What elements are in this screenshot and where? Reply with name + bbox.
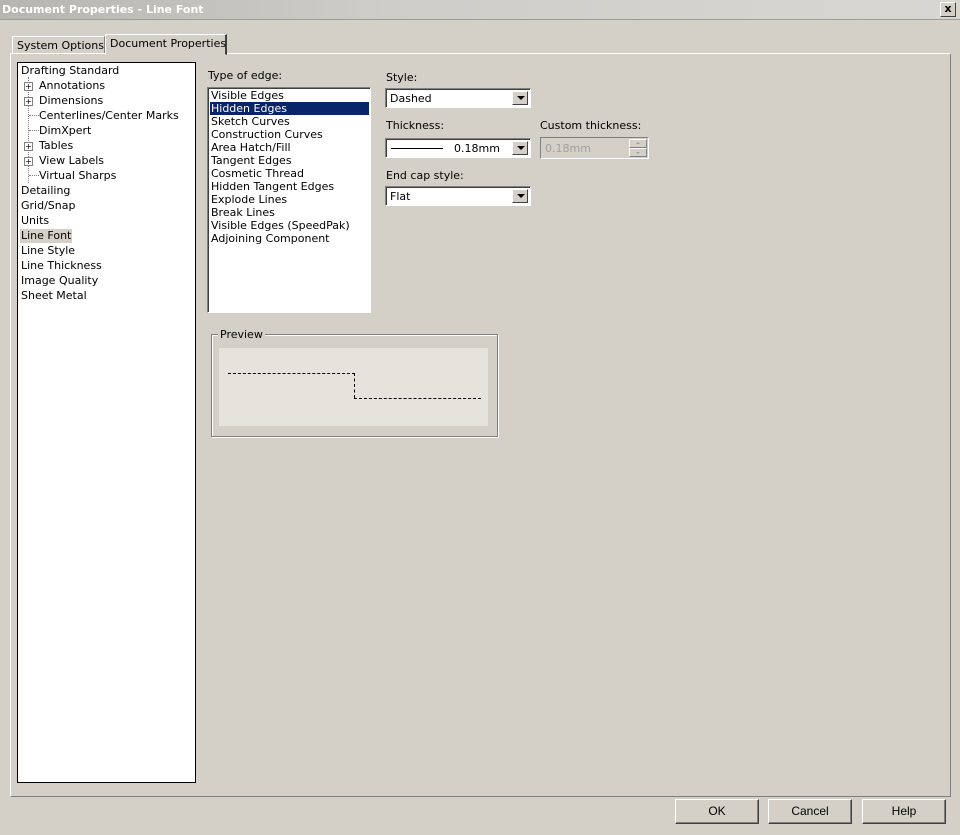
- tree-item-sheet-metal[interactable]: Sheet Metal: [21, 289, 87, 303]
- tree-item-label: Annotations: [39, 79, 106, 92]
- tree-item-centerlines[interactable]: Centerlines/Center Marks: [39, 109, 179, 123]
- plus-box-icon[interactable]: +: [24, 82, 33, 91]
- list-item[interactable]: Visible Edges: [210, 89, 285, 102]
- tree-item-detailing[interactable]: Detailing: [21, 184, 70, 198]
- list-item[interactable]: Tangent Edges: [210, 154, 293, 167]
- plus-box-icon[interactable]: +: [24, 142, 33, 151]
- tree-item-label: Virtual Sharps: [39, 169, 117, 182]
- tree-connector: [29, 115, 39, 116]
- tab-document-properties[interactable]: Document Properties: [105, 34, 227, 55]
- tree-item-label: Grid/Snap: [21, 199, 76, 212]
- spinner-up-button: [629, 139, 647, 148]
- tree-item-label: Image Quality: [21, 274, 99, 287]
- options-tree[interactable]: Drafting Standard + Annotations + Dimens…: [17, 62, 196, 783]
- tab-label: Document Properties: [110, 37, 227, 50]
- edge-type-label: Type of edge:: [208, 69, 283, 82]
- close-button[interactable]: x: [940, 2, 956, 17]
- list-item[interactable]: Break Lines: [210, 206, 276, 219]
- tree-item-label: DimXpert: [39, 124, 92, 137]
- style-value: Dashed: [390, 92, 432, 105]
- tree-item-annotations[interactable]: + Annotations: [24, 79, 105, 93]
- chevron-down-icon: [517, 146, 525, 150]
- custom-thickness-label: Custom thickness:: [540, 119, 642, 132]
- edge-type-listbox[interactable]: Visible Edges Hidden Edges Sketch Curves…: [207, 87, 371, 313]
- list-item[interactable]: Hidden Tangent Edges: [210, 180, 335, 193]
- tree-item-image-quality[interactable]: Image Quality: [21, 274, 98, 288]
- custom-thickness-spinner: 0.18mm: [540, 137, 649, 159]
- tree-item-virtual-sharps[interactable]: Virtual Sharps: [39, 169, 116, 183]
- tree-item-label: Units: [21, 214, 50, 227]
- thickness-dropdown[interactable]: 0.18mm: [385, 138, 531, 158]
- list-item[interactable]: Construction Curves: [210, 128, 324, 141]
- list-item[interactable]: Area Hatch/Fill: [210, 141, 292, 154]
- thickness-label: Thickness:: [386, 119, 445, 132]
- tree-item-grid-snap[interactable]: Grid/Snap: [21, 199, 75, 213]
- end-cap-label: End cap style:: [386, 169, 464, 182]
- end-cap-value: Flat: [390, 190, 411, 203]
- tree-item-label: Centerlines/Center Marks: [39, 109, 179, 122]
- thickness-value: 0.18mm: [454, 142, 500, 155]
- tree-item-line-font[interactable]: Line Font: [20, 229, 73, 243]
- ok-button[interactable]: OK: [675, 799, 759, 824]
- arrow-down-icon: [636, 152, 640, 154]
- custom-thickness-value: 0.18mm: [545, 142, 591, 155]
- tree-item-label: Line Style: [21, 244, 76, 257]
- tree-item-units[interactable]: Units: [21, 214, 49, 228]
- tree-item-label: Detailing: [21, 184, 71, 197]
- tree-item-dimxpert[interactable]: DimXpert: [39, 124, 91, 138]
- tree-item-label: Drafting Standard: [21, 64, 120, 77]
- tree-item-line-style[interactable]: Line Style: [21, 244, 75, 258]
- end-cap-dropdown-button[interactable]: [512, 189, 528, 203]
- tree-item-label: Sheet Metal: [21, 289, 87, 302]
- tree-item-tables[interactable]: + Tables: [24, 139, 73, 153]
- tree-item-label: Line Thickness: [21, 259, 102, 272]
- plus-box-icon[interactable]: +: [24, 157, 33, 166]
- tree-connector: [29, 175, 39, 176]
- tree-item-label: Dimensions: [39, 94, 104, 107]
- list-item[interactable]: Cosmetic Thread: [210, 167, 305, 180]
- window-title: Document Properties - Line Font: [2, 3, 204, 16]
- title-bar: Document Properties - Line Font x: [0, 0, 960, 20]
- preview-line-segment: [354, 398, 481, 399]
- chevron-down-icon: [517, 96, 525, 100]
- tree-item-label: View Labels: [39, 154, 105, 167]
- list-item[interactable]: Sketch Curves: [210, 115, 291, 128]
- tree-item-line-thickness[interactable]: Line Thickness: [21, 259, 102, 273]
- preview-canvas: [219, 348, 488, 426]
- style-dropdown-button[interactable]: [512, 91, 528, 105]
- preview-line-segment: [228, 373, 355, 374]
- plus-box-icon[interactable]: +: [24, 97, 33, 106]
- help-button[interactable]: Help: [862, 799, 946, 824]
- tree-connector: [29, 130, 39, 131]
- list-item-selected[interactable]: Hidden Edges: [210, 102, 369, 115]
- preview-label: Preview: [218, 328, 265, 341]
- style-label: Style:: [386, 71, 418, 84]
- tree-item-label: Line Font: [21, 229, 72, 242]
- tree-item-view-labels[interactable]: + View Labels: [24, 154, 104, 168]
- chevron-down-icon: [517, 194, 525, 198]
- cancel-button[interactable]: Cancel: [768, 799, 852, 824]
- arrow-up-icon: [636, 142, 640, 144]
- thickness-dropdown-button[interactable]: [512, 141, 528, 155]
- spinner-down-button: [629, 148, 647, 157]
- preview-line-segment: [354, 373, 355, 398]
- list-item[interactable]: Visible Edges (SpeedPak): [210, 219, 351, 232]
- style-dropdown[interactable]: Dashed: [385, 88, 531, 108]
- tree-item-drafting-standard[interactable]: Drafting Standard: [21, 64, 119, 78]
- tree-item-dimensions[interactable]: + Dimensions: [24, 94, 103, 108]
- close-icon: x: [944, 2, 952, 15]
- end-cap-dropdown[interactable]: Flat: [385, 186, 531, 206]
- tab-label: System Options: [17, 39, 104, 52]
- line-sample: [391, 148, 443, 149]
- tab-system-options[interactable]: System Options: [12, 36, 105, 54]
- list-item[interactable]: Adjoining Component: [210, 232, 331, 245]
- list-item[interactable]: Explode Lines: [210, 193, 288, 206]
- tree-item-label: Tables: [39, 139, 74, 152]
